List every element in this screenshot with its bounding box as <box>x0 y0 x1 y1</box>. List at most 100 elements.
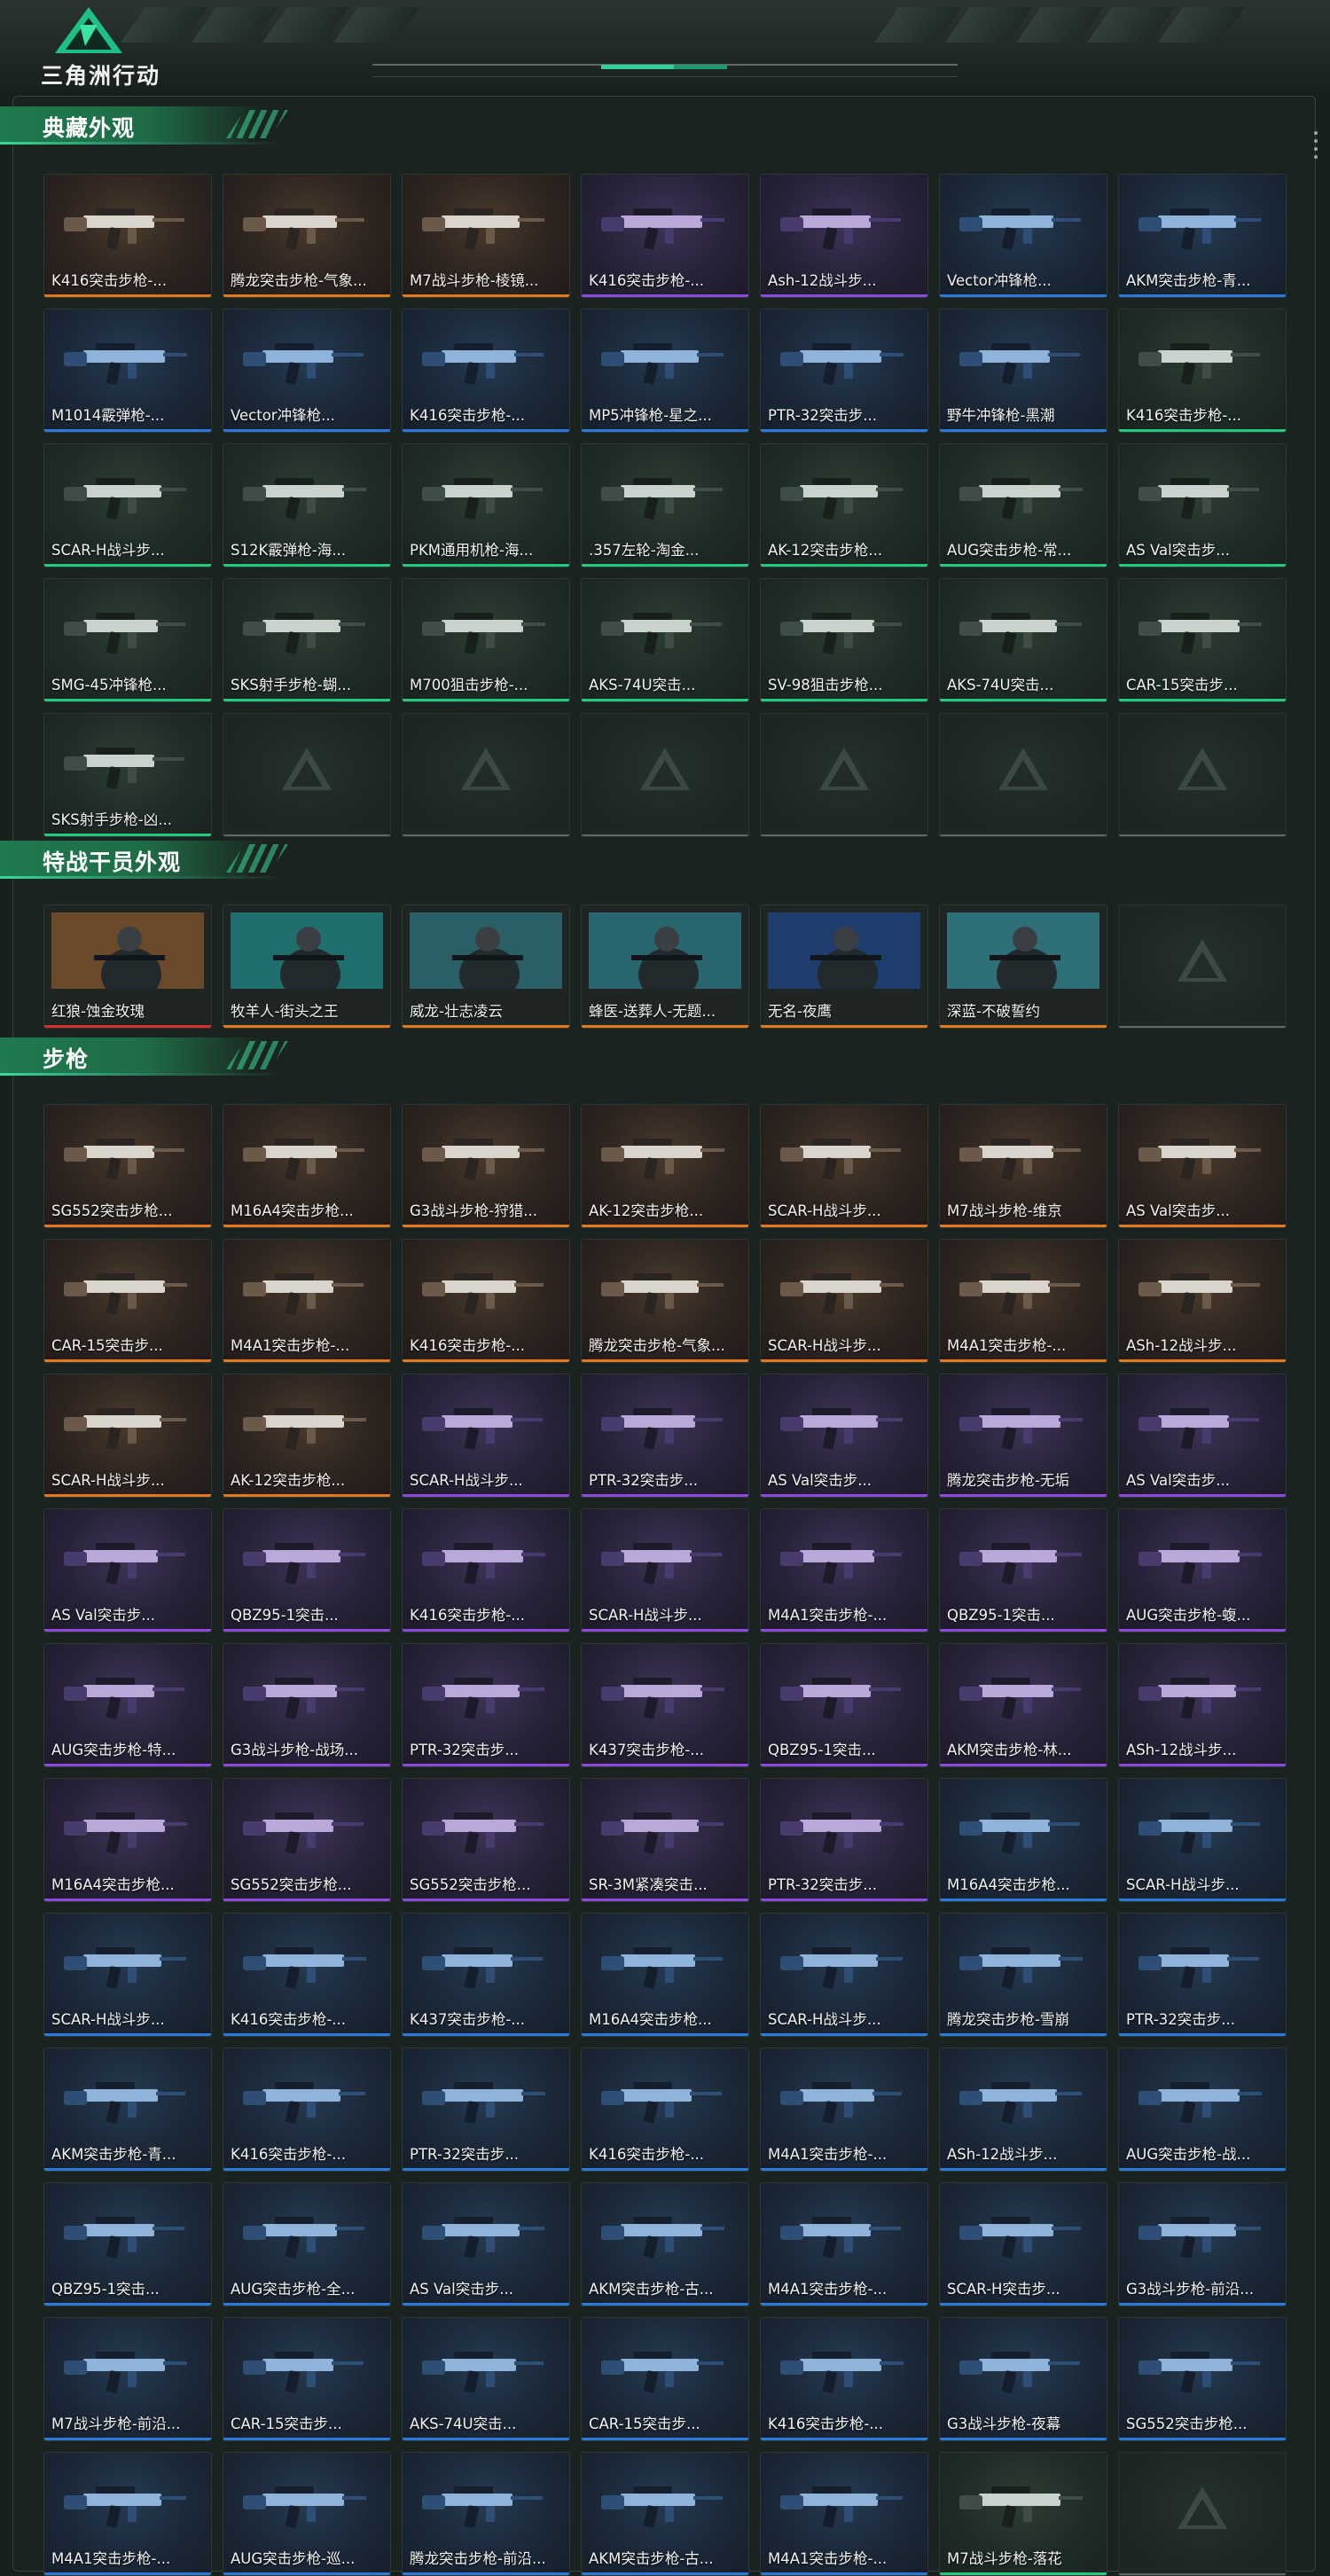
weapon-skin-card[interactable]: K416突击步枪-... <box>1118 309 1287 433</box>
weapon-skin-card[interactable]: SG552突击步枪... <box>1118 2317 1287 2441</box>
weapon-skin-card[interactable]: QBZ95-1突击... <box>223 1508 391 1633</box>
weapon-skin-card[interactable]: SCAR-H突击步... <box>939 2182 1107 2306</box>
weapon-skin-card[interactable]: CAR-15突击步... <box>581 2317 749 2441</box>
weapon-skin-card[interactable]: M7战斗步枪-维京 <box>939 1104 1107 1228</box>
weapon-skin-card[interactable]: S12K霰弹枪-海... <box>223 443 391 568</box>
weapon-skin-card[interactable]: AKM突击步枪-古... <box>581 2182 749 2306</box>
weapon-skin-card[interactable]: SCAR-H战斗步... <box>1118 1778 1287 1902</box>
weapon-skin-card[interactable]: 野牛冲锋枪-黑潮 <box>939 309 1107 433</box>
weapon-skin-card[interactable]: M700狙击步枪-... <box>402 578 570 702</box>
weapon-skin-card[interactable]: SG552突击步枪... <box>43 1104 212 1228</box>
weapon-skin-card[interactable]: SCAR-H战斗步... <box>43 1374 212 1498</box>
weapon-skin-card[interactable]: AKM突击步枪-林... <box>939 1643 1107 1767</box>
weapon-skin-card[interactable]: CAR-15突击步... <box>223 2317 391 2441</box>
weapon-skin-card[interactable]: 腾龙突击步枪-气象... <box>223 174 391 298</box>
weapon-skin-card[interactable]: Ash-12战斗步... <box>760 174 928 298</box>
weapon-skin-card[interactable]: AS Val突击步... <box>402 2182 570 2306</box>
weapon-skin-card[interactable]: 腾龙突击步枪-气象... <box>581 1239 749 1363</box>
operator-skin-card[interactable]: 无名-夜鹰 <box>760 904 928 1029</box>
weapon-skin-card[interactable]: AKS-74U突击... <box>402 2317 570 2441</box>
weapon-skin-card[interactable]: Vector冲锋枪... <box>939 174 1107 298</box>
weapon-skin-card[interactable]: AS Val突击步... <box>1118 1374 1287 1498</box>
weapon-skin-card[interactable]: K437突击步枪-... <box>402 1913 570 2037</box>
weapon-skin-card[interactable]: AK-12突击步枪... <box>581 1104 749 1228</box>
weapon-skin-card[interactable]: AUG突击步枪-巡... <box>223 2452 391 2576</box>
weapon-skin-card[interactable]: M4A1突击步枪-... <box>760 2182 928 2306</box>
weapon-skin-card[interactable]: M4A1突击步枪-... <box>760 2452 928 2576</box>
weapon-skin-card[interactable]: SCAR-H战斗步... <box>581 1508 749 1633</box>
weapon-skin-card[interactable]: SG552突击步枪... <box>223 1778 391 1902</box>
weapon-skin-card[interactable]: K416突击步枪-... <box>402 1239 570 1363</box>
weapon-skin-card[interactable]: K416突击步枪-... <box>760 2317 928 2441</box>
weapon-skin-card[interactable]: QBZ95-1突击... <box>760 1643 928 1767</box>
weapon-skin-card[interactable]: K416突击步枪-... <box>223 1913 391 2037</box>
weapon-skin-card[interactable]: PTR-32突击步... <box>760 1778 928 1902</box>
weapon-skin-card[interactable]: PTR-32突击步... <box>1118 1913 1287 2037</box>
weapon-skin-card[interactable]: SKS射手步枪-蝴... <box>223 578 391 702</box>
weapon-skin-card[interactable]: PKM通用机枪-海... <box>402 443 570 568</box>
weapon-skin-card[interactable]: K437突击步枪-... <box>581 1643 749 1767</box>
weapon-skin-card[interactable]: SCAR-H战斗步... <box>760 1239 928 1363</box>
operator-skin-card[interactable]: 红狼-蚀金玫瑰 <box>43 904 212 1029</box>
weapon-skin-card[interactable]: K416突击步枪-... <box>402 309 570 433</box>
weapon-skin-card[interactable]: .357左轮-淘金... <box>581 443 749 568</box>
weapon-skin-card[interactable]: AKS-74U突击... <box>939 578 1107 702</box>
weapon-skin-card[interactable]: SCAR-H战斗步... <box>43 1913 212 2037</box>
weapon-skin-card[interactable]: SG552突击步枪... <box>402 1778 570 1902</box>
weapon-skin-card[interactable]: ASh-12战斗步... <box>1118 1239 1287 1363</box>
weapon-skin-card[interactable]: AUG突击步枪-特... <box>43 1643 212 1767</box>
weapon-skin-card[interactable]: K416突击步枪-... <box>581 174 749 298</box>
weapon-skin-card[interactable]: AUG突击步枪-蝮... <box>1118 1508 1287 1633</box>
weapon-skin-card[interactable]: M16A4突击步枪... <box>939 1778 1107 1902</box>
weapon-skin-card[interactable]: M4A1突击步枪-... <box>760 1508 928 1633</box>
weapon-skin-card[interactable]: M16A4突击步枪... <box>581 1913 749 2037</box>
weapon-skin-card[interactable]: SCAR-H战斗步... <box>760 1913 928 2037</box>
weapon-skin-card[interactable]: Vector冲锋枪... <box>223 309 391 433</box>
weapon-skin-card[interactable]: M7战斗步枪-棱镜... <box>402 174 570 298</box>
weapon-skin-card[interactable]: G3战斗步枪-夜幕 <box>939 2317 1107 2441</box>
weapon-skin-card[interactable]: CAR-15突击步... <box>1118 578 1287 702</box>
weapon-skin-card[interactable]: 腾龙突击步枪-无垢 <box>939 1374 1107 1498</box>
weapon-skin-card[interactable]: AS Val突击步... <box>1118 443 1287 568</box>
operator-skin-card[interactable]: 威龙-壮志凌云 <box>402 904 570 1029</box>
weapon-skin-card[interactable]: AK-12突击步枪... <box>760 443 928 568</box>
weapon-skin-card[interactable]: AUG突击步枪-战... <box>1118 2047 1287 2172</box>
weapon-skin-card[interactable]: PTR-32突击步... <box>581 1374 749 1498</box>
weapon-skin-card[interactable]: AS Val突击步... <box>1118 1104 1287 1228</box>
weapon-skin-card[interactable]: M7战斗步枪-前沿... <box>43 2317 212 2441</box>
weapon-skin-card[interactable]: M16A4突击步枪... <box>223 1104 391 1228</box>
weapon-skin-card[interactable]: M7战斗步枪-落花 <box>939 2452 1107 2576</box>
weapon-skin-card[interactable]: M1014霰弹枪-... <box>43 309 212 433</box>
weapon-skin-card[interactable]: AKM突击步枪-古... <box>581 2452 749 2576</box>
weapon-skin-card[interactable]: ASh-12战斗步... <box>939 2047 1107 2172</box>
weapon-skin-card[interactable]: AUG突击步枪-全... <box>223 2182 391 2306</box>
scrollbar-handle[interactable] <box>1314 131 1318 163</box>
weapon-skin-card[interactable]: K416突击步枪-... <box>43 174 212 298</box>
weapon-skin-card[interactable]: SKS射手步枪-凶... <box>43 713 212 837</box>
weapon-skin-card[interactable]: SCAR-H战斗步... <box>402 1374 570 1498</box>
weapon-skin-card[interactable]: 腾龙突击步枪-前沿... <box>402 2452 570 2576</box>
weapon-skin-card[interactable]: AK-12突击步枪... <box>223 1374 391 1498</box>
weapon-skin-card[interactable]: G3战斗步枪-狩猎... <box>402 1104 570 1228</box>
weapon-skin-card[interactable]: M4A1突击步枪-... <box>939 1239 1107 1363</box>
weapon-skin-card[interactable]: M16A4突击步枪... <box>43 1778 212 1902</box>
weapon-skin-card[interactable]: SR-3M紧凑突击... <box>581 1778 749 1902</box>
weapon-skin-card[interactable]: K416突击步枪-... <box>402 1508 570 1633</box>
operator-skin-card[interactable]: 蜂医-送葬人-无题... <box>581 904 749 1029</box>
weapon-skin-card[interactable]: MP5冲锋枪-星之... <box>581 309 749 433</box>
weapon-skin-card[interactable]: K416突击步枪-... <box>223 2047 391 2172</box>
weapon-skin-card[interactable]: PTR-32突击步... <box>402 2047 570 2172</box>
weapon-skin-card[interactable]: AS Val突击步... <box>760 1374 928 1498</box>
weapon-skin-card[interactable]: AKM突击步枪-青... <box>1118 174 1287 298</box>
weapon-skin-card[interactable]: SV-98狙击步枪... <box>760 578 928 702</box>
weapon-skin-card[interactable]: 腾龙突击步枪-雪崩 <box>939 1913 1107 2037</box>
weapon-skin-card[interactable]: M4A1突击步枪-... <box>760 2047 928 2172</box>
weapon-skin-card[interactable]: AUG突击步枪-常... <box>939 443 1107 568</box>
weapon-skin-card[interactable]: AKM突击步枪-青... <box>43 2047 212 2172</box>
weapon-skin-card[interactable]: ASh-12战斗步... <box>1118 1643 1287 1767</box>
weapon-skin-card[interactable]: PTR-32突击步... <box>402 1643 570 1767</box>
weapon-skin-card[interactable]: AS Val突击步... <box>43 1508 212 1633</box>
weapon-skin-card[interactable]: M4A1突击步枪-... <box>43 2452 212 2576</box>
weapon-skin-card[interactable]: SCAR-H战斗步... <box>760 1104 928 1228</box>
weapon-skin-card[interactable]: AKS-74U突击... <box>581 578 749 702</box>
